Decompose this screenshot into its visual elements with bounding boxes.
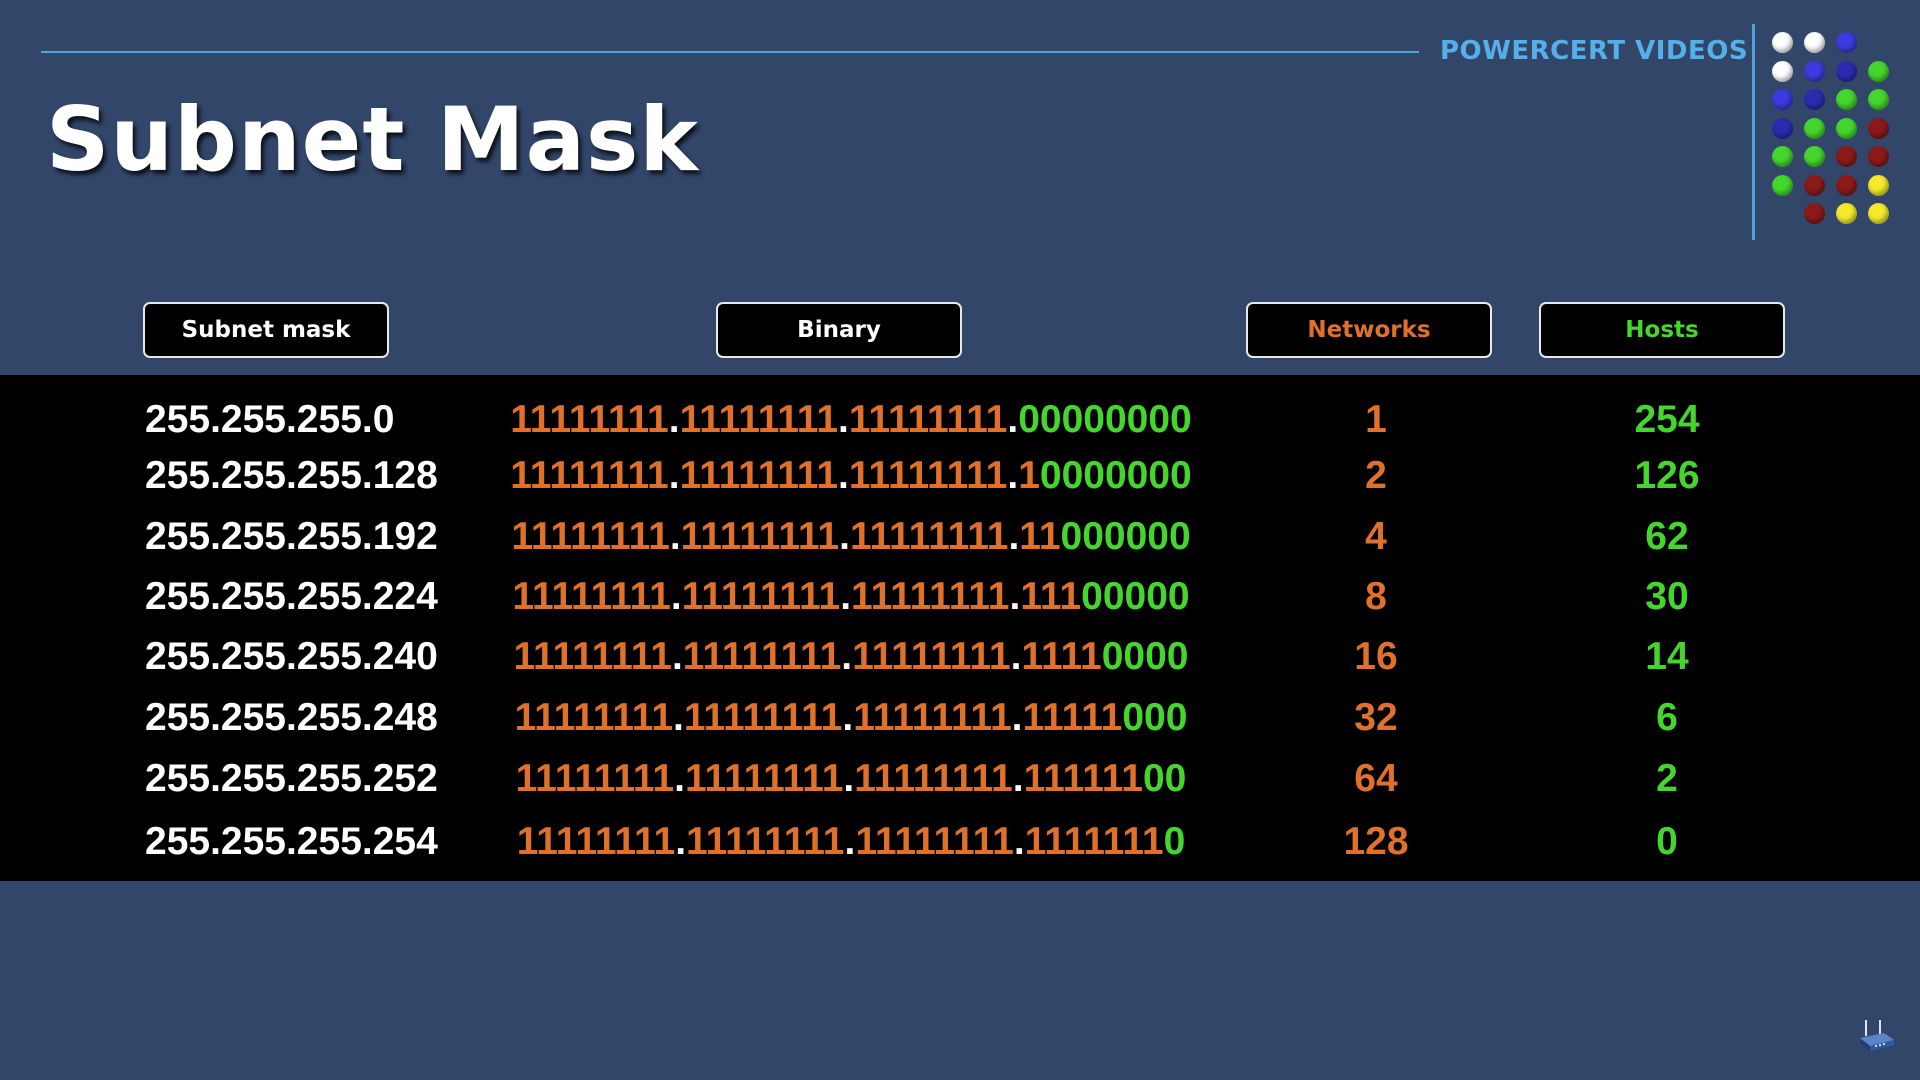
logo-dot xyxy=(1804,117,1825,139)
networks-cell: 1 xyxy=(1365,398,1387,441)
binary-cell: 11111111.11111111.11111111.00000000 xyxy=(510,398,1192,441)
hosts-cell: 62 xyxy=(1645,515,1689,558)
binary-cell: 11111111.11111111.11111111.11111000 xyxy=(514,696,1188,739)
hosts-cell: 254 xyxy=(1634,398,1700,441)
hosts-cell: 6 xyxy=(1656,696,1678,739)
table-row: 255.255.255.248 11111111.11111111.111111… xyxy=(0,693,1920,743)
table-row: 255.255.255.192 11111111.11111111.111111… xyxy=(0,512,1920,562)
binary-cell: 11111111.11111111.11111111.11111100 xyxy=(515,757,1187,800)
logo-dot xyxy=(1836,174,1857,196)
mask-cell: 255.255.255.252 xyxy=(145,757,438,800)
hosts-cell: 126 xyxy=(1634,454,1700,497)
logo-dot xyxy=(1804,174,1825,196)
logo-dot xyxy=(1772,32,1793,53)
table-row: 255.255.255.254 11111111.11111111.111111… xyxy=(0,817,1920,867)
hosts-cell: 0 xyxy=(1656,820,1678,863)
header-hosts: Hosts xyxy=(1539,302,1785,358)
logo-divider-line xyxy=(1752,24,1755,240)
logo-dot xyxy=(1804,146,1825,167)
hosts-cell: 2 xyxy=(1656,757,1678,800)
logo-dot xyxy=(1772,117,1793,139)
subnet-table: 255.255.255.0 11111111.11111111.11111111… xyxy=(0,375,1920,881)
page-title: Subnet Mask xyxy=(46,88,699,191)
header-binary: Binary xyxy=(716,302,962,358)
mask-cell: 255.255.255.248 xyxy=(145,696,438,739)
hosts-cell: 14 xyxy=(1645,635,1689,678)
brand-label: POWERCERT VIDEOS xyxy=(1440,36,1749,66)
logo-dot xyxy=(1836,117,1857,139)
logo-dot xyxy=(1836,146,1857,167)
mask-cell: 255.255.255.254 xyxy=(145,820,438,863)
logo-dot xyxy=(1836,32,1857,53)
logo-dot xyxy=(1772,60,1793,82)
header-subnet-mask: Subnet mask xyxy=(143,302,389,358)
header-divider-line xyxy=(41,51,1419,53)
logo-dot xyxy=(1836,89,1857,110)
table-row: 255.255.255.0 11111111.11111111.11111111… xyxy=(0,395,1920,445)
logo-dot xyxy=(1804,203,1825,224)
table-row: 255.255.255.240 11111111.11111111.111111… xyxy=(0,632,1920,682)
networks-cell: 128 xyxy=(1343,820,1409,863)
logo-dot xyxy=(1836,60,1857,82)
mask-cell: 255.255.255.240 xyxy=(145,635,438,678)
table-row: 255.255.255.224 11111111.11111111.111111… xyxy=(0,572,1920,622)
logo-dot xyxy=(1868,146,1889,167)
networks-cell: 8 xyxy=(1365,575,1387,618)
networks-cell: 2 xyxy=(1365,454,1387,497)
logo-dot xyxy=(1772,174,1793,196)
networks-cell: 4 xyxy=(1365,515,1387,558)
logo-dot xyxy=(1804,60,1825,82)
logo-dot xyxy=(1804,89,1825,110)
networks-cell: 64 xyxy=(1354,757,1398,800)
logo-dot xyxy=(1868,117,1889,139)
mask-cell: 255.255.255.192 xyxy=(145,515,438,558)
binary-cell: 11111111.11111111.11111111.11111110 xyxy=(516,820,1186,863)
logo-dot xyxy=(1868,174,1889,196)
logo-dot xyxy=(1868,89,1889,110)
logo-dot xyxy=(1772,146,1793,167)
binary-cell: 11111111.11111111.11111111.11000000 xyxy=(511,515,1191,558)
binary-cell: 11111111.11111111.11111111.11110000 xyxy=(513,635,1189,678)
logo-dot xyxy=(1772,89,1793,110)
logo-dot xyxy=(1836,203,1857,224)
binary-cell: 11111111.11111111.11111111.11100000 xyxy=(512,575,1190,618)
mask-cell: 255.255.255.0 xyxy=(145,398,395,441)
networks-cell: 32 xyxy=(1354,696,1398,739)
table-row: 255.255.255.252 11111111.11111111.111111… xyxy=(0,754,1920,804)
networks-cell: 16 xyxy=(1354,635,1398,678)
hosts-cell: 30 xyxy=(1645,575,1689,618)
table-row: 255.255.255.128 11111111.11111111.111111… xyxy=(0,451,1920,501)
logo-dot xyxy=(1868,203,1889,224)
mask-cell: 255.255.255.128 xyxy=(145,454,438,497)
mask-cell: 255.255.255.224 xyxy=(145,575,438,618)
binary-cell: 11111111.11111111.11111111.10000000 xyxy=(510,454,1192,497)
logo-dot xyxy=(1868,60,1889,82)
header-networks: Networks xyxy=(1246,302,1492,358)
logo-dot xyxy=(1804,32,1825,53)
router-icon xyxy=(1860,1020,1894,1051)
